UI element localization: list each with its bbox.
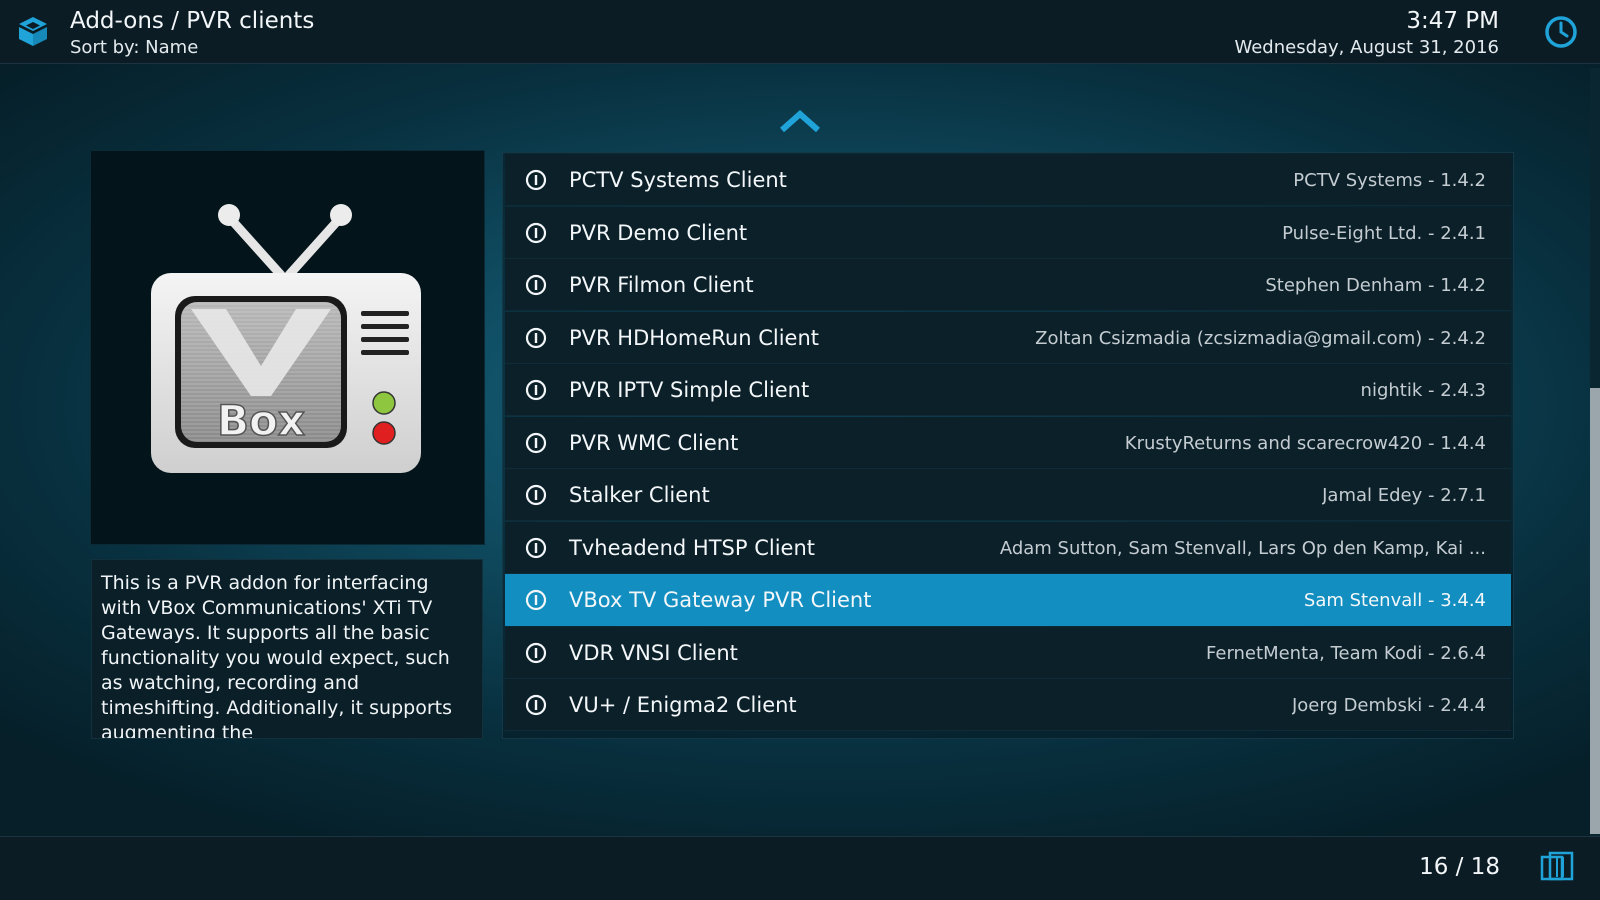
list-item[interactable]: PVR Filmon Client Stephen Denham - 1.4.2 — [505, 259, 1511, 311]
page-title: Add-ons / PVR clients — [70, 8, 315, 34]
clock-time: 3:47 PM — [1406, 8, 1499, 34]
power-icon — [525, 484, 547, 506]
list-item[interactable]: PCTV Systems Client PCTV Systems - 1.4.2 — [505, 154, 1511, 206]
list-item-author-version: Sam Stenvall - 3.4.4 — [1303, 590, 1486, 611]
scrollbar-thumb[interactable] — [1590, 388, 1600, 834]
bottom-bar: 16 / 18 — [0, 836, 1600, 900]
sort-label: Sort by: Name — [70, 37, 199, 58]
power-icon — [525, 327, 547, 348]
list-item-author-version: KrustyReturns and scarecrow420 - 1.4.4 — [1124, 432, 1486, 454]
power-icon — [525, 432, 547, 453]
clock-date: Wednesday, August 31, 2016 — [1234, 37, 1499, 58]
addon-list: PCTV Systems Client PCTV Systems - 1.4.2 P… — [502, 152, 1514, 739]
list-item[interactable]: Stalker Client Jamal Edey - 2.7.1 — [505, 469, 1511, 521]
list-item-author-version: FernetMenta, Team Kodi - 2.6.4 — [1206, 642, 1486, 664]
addon-thumbnail: Box — [90, 150, 485, 545]
addon-description: This is a PVR addon for interfacing with… — [91, 559, 483, 739]
list-item[interactable]: Tvheadend HTSP Client Adam Sutton, Sam St… — [505, 521, 1511, 574]
svg-text:Box: Box — [217, 396, 305, 445]
power-icon — [525, 222, 547, 243]
list-item-name: VBox TV Gateway PVR Client — [569, 588, 872, 612]
list-item[interactable]: VU+ / Enigma2 Client Joerg Dembski - 2.4.… — [505, 679, 1511, 731]
list-item-author-version: Jamal Edey - 2.7.1 — [1322, 485, 1486, 506]
list-item-author-version: Zoltan Csizmadia (zcsizmadia@gmail.com) … — [1035, 327, 1486, 349]
list-item-author-version: nightik - 2.4.3 — [1360, 380, 1486, 401]
power-icon — [525, 694, 547, 716]
list-item-author-version: Pulse-Eight Ltd. - 2.4.1 — [1282, 222, 1486, 244]
vbox-tv-logo: Box — [151, 204, 421, 473]
power-icon — [525, 379, 547, 401]
addons-box-icon — [19, 17, 47, 46]
list-item[interactable]: PVR HDHomeRun Client Zoltan Csizmadia (zc… — [505, 311, 1511, 364]
list-item-author-version: Adam Sutton, Sam Stenvall, Lars Op den K… — [999, 537, 1486, 559]
list-item-name: Stalker Client — [569, 483, 710, 507]
view-mode-icon[interactable] — [1540, 851, 1574, 881]
list-item-author-version: PCTV Systems - 1.4.2 — [1293, 170, 1486, 191]
list-item-name: VU+ / Enigma2 Client — [569, 693, 797, 717]
clock-icon — [1545, 16, 1577, 48]
power-icon — [525, 537, 547, 558]
list-item-name: PVR Demo Client — [569, 220, 748, 245]
list-item[interactable]: PVR Demo Client Pulse-Eight Ltd. - 2.4.1 — [505, 206, 1511, 259]
power-icon — [525, 169, 547, 191]
scroll-up-chevron-icon[interactable] — [778, 108, 822, 134]
list-item-name: PVR HDHomeRun Client — [569, 325, 820, 350]
list-item-name: PCTV Systems Client — [569, 168, 787, 192]
list-item[interactable]: VBox TV Gateway PVR Client Sam Stenvall -… — [505, 574, 1511, 626]
list-item-name: PVR IPTV Simple Client — [569, 378, 810, 402]
list-item[interactable]: PVR WMC Client KrustyReturns and scarecro… — [505, 416, 1511, 469]
power-icon — [525, 642, 547, 663]
top-bar: Add-ons / PVR clients Sort by: Name 3:47… — [0, 0, 1600, 64]
list-item-name: Tvheadend HTSP Client — [569, 535, 816, 560]
power-icon — [525, 589, 547, 611]
list-item[interactable]: VDR VNSI Client FernetMenta, Team Kodi - … — [505, 626, 1511, 679]
list-item-author-version: Joerg Dembski - 2.4.4 — [1291, 695, 1486, 716]
list-item-author-version: Stephen Denham - 1.4.2 — [1265, 275, 1486, 296]
list-item[interactable]: PVR IPTV Simple Client nightik - 2.4.3 — [505, 364, 1511, 416]
power-icon — [525, 274, 547, 296]
list-item-name: VDR VNSI Client — [569, 640, 738, 665]
list-item-name: PVR Filmon Client — [569, 273, 754, 297]
item-counter: 16 / 18 — [1419, 854, 1500, 880]
list-item-name: PVR WMC Client — [569, 430, 739, 455]
